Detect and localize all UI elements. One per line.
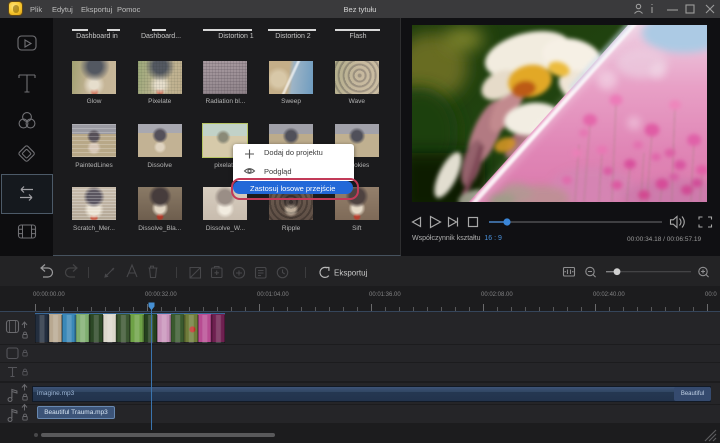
- svg-text:Eksportuj: Eksportuj: [334, 269, 368, 278]
